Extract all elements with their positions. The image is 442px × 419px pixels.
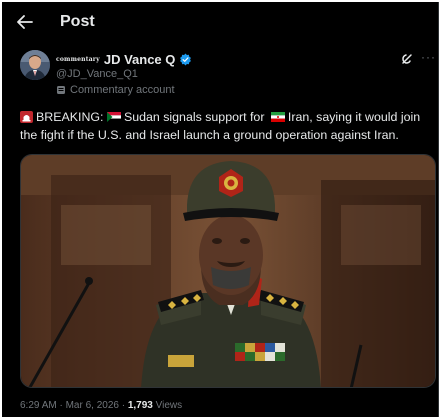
views-label: Views — [152, 400, 183, 411]
post-image[interactable] — [20, 154, 436, 388]
avatar-image — [20, 50, 50, 80]
author-handle[interactable]: @JD_Vance_Q1 — [56, 68, 138, 80]
post-detail-view: Post commentary JD Vance Q @JD_Vance_Q1 … — [2, 2, 439, 417]
arrow-left-icon — [17, 15, 33, 29]
siren-emoji-icon — [20, 111, 33, 123]
top-bar: Post — [2, 2, 438, 42]
page-title: Post — [60, 13, 95, 30]
post-metadata: 6:29 AM · Mar 6, 2026 · 1,793 Views — [20, 400, 182, 411]
author-name[interactable]: commentary JD Vance Q — [56, 52, 192, 67]
verified-badge-icon — [180, 53, 192, 66]
name-prefix: commentary — [56, 56, 100, 63]
view-count: 1,793 — [127, 400, 153, 411]
grok-button[interactable] — [400, 52, 414, 66]
display-name: JD Vance Q — [103, 52, 176, 67]
avatar[interactable] — [20, 50, 50, 80]
label-text: Commentary account — [70, 84, 175, 96]
more-icon: ··· — [421, 50, 436, 64]
commentary-badge-icon — [57, 86, 65, 94]
timestamp[interactable]: 6:29 AM · Mar 6, 2026 · — [20, 400, 128, 411]
more-options-button[interactable]: ··· — [421, 50, 436, 64]
account-label: Commentary account — [56, 84, 175, 96]
post-text-part1: Sudan signals support for — [123, 110, 265, 124]
grok-icon — [402, 54, 412, 64]
back-button[interactable] — [14, 12, 36, 32]
breaking-label: BREAKING: — [36, 110, 104, 124]
sudan-flag-icon — [106, 112, 121, 122]
officer-photo — [21, 155, 435, 387]
post-text: BREAKING: Sudan signals support for Iran… — [20, 108, 434, 144]
iran-flag-icon — [270, 112, 285, 122]
